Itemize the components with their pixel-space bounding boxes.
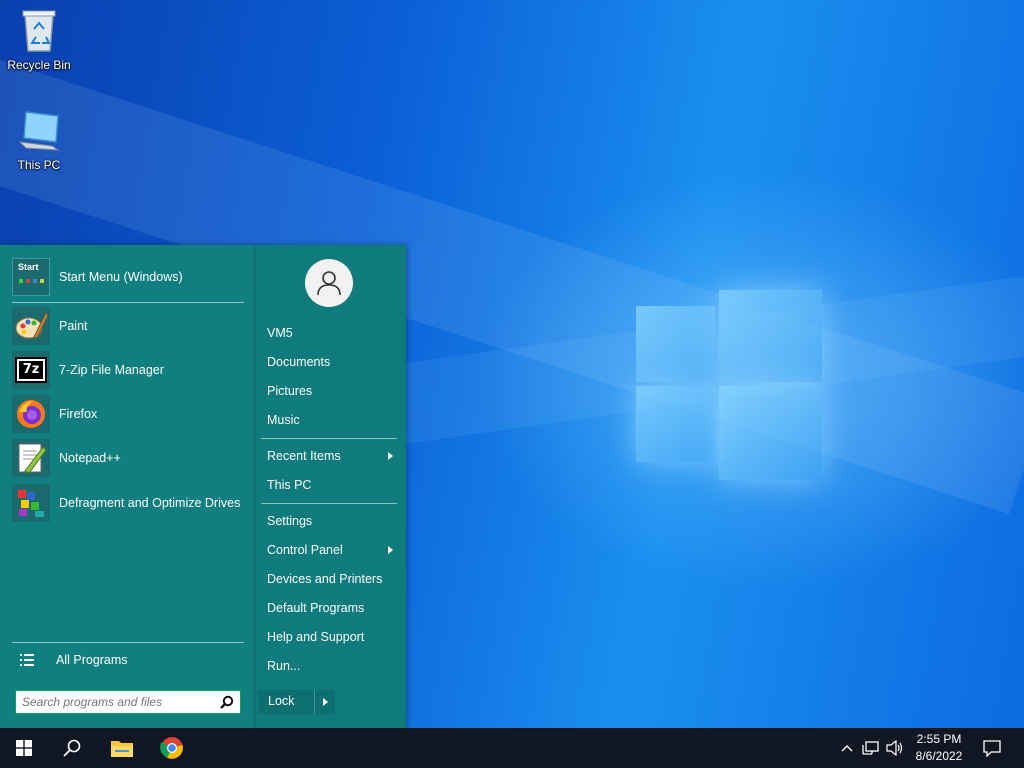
menu-separator <box>12 642 244 643</box>
menu-separator <box>12 302 244 303</box>
program-label: Paint <box>59 319 88 333</box>
start-menu-links-column: VM5 Documents Pictures Music Recent Item… <box>254 245 406 728</box>
chrome-icon <box>160 737 183 759</box>
taskbar-file-explorer[interactable] <box>98 728 146 768</box>
link-settings[interactable]: Settings <box>267 510 397 532</box>
all-programs-button[interactable]: All Programs <box>12 645 244 675</box>
speaker-icon <box>886 740 903 756</box>
link-pictures[interactable]: Pictures <box>267 380 397 402</box>
lock-button[interactable]: Lock <box>268 694 294 708</box>
search-icon <box>63 739 81 757</box>
file-explorer-icon <box>111 741 133 757</box>
link-help-support[interactable]: Help and Support <box>267 626 397 648</box>
menu-separator <box>261 438 397 439</box>
desktop-icon-label: Recycle Bin <box>7 58 71 72</box>
defrag-icon <box>12 484 50 522</box>
notepad-plus-plus-icon <box>12 439 50 477</box>
start-button[interactable] <box>0 728 48 768</box>
all-programs-label: All Programs <box>56 653 128 667</box>
program-label: Firefox <box>59 407 98 421</box>
notification-icon <box>983 740 1001 757</box>
program-label: Defragment and Optimize Drives <box>59 495 241 510</box>
firefox-icon <box>12 395 50 433</box>
link-music[interactable]: Music <box>267 409 397 431</box>
windows-start-icon <box>16 740 32 756</box>
desktop-icon-recycle-bin[interactable]: Recycle Bin <box>0 6 78 72</box>
paint-icon <box>12 307 50 345</box>
link-user[interactable]: VM5 <box>267 322 397 344</box>
clock-time: 2:55 PM <box>916 732 962 746</box>
volume-tray-button[interactable] <box>884 728 906 768</box>
windows-logo-wallpaper <box>636 290 822 480</box>
link-run[interactable]: Run... <box>267 655 397 677</box>
search-input[interactable] <box>16 691 212 713</box>
show-hidden-icons-button[interactable] <box>838 728 856 768</box>
desktop-icon-this-pc[interactable]: This PC <box>0 106 78 172</box>
program-7zip[interactable]: 7z 7-Zip File Manager <box>12 350 244 390</box>
chevron-right-icon <box>388 546 393 554</box>
link-this-pc[interactable]: This PC <box>267 474 397 496</box>
program-paint[interactable]: Paint <box>12 306 244 346</box>
action-center-button[interactable] <box>976 728 1008 768</box>
program-label: 7-Zip File Manager <box>59 363 164 377</box>
chevron-up-icon <box>841 745 853 752</box>
search-taskbar-button[interactable] <box>48 728 96 768</box>
start-menu: Start Start Menu (Windows) Paint 7z 7-Zi… <box>0 245 406 728</box>
network-tray-button[interactable] <box>860 728 882 768</box>
program-label: Notepad++ <box>59 451 121 465</box>
program-notepad-plus-plus[interactable]: Notepad++ <box>12 438 244 478</box>
program-start-menu-windows[interactable]: Start Start Menu (Windows) <box>12 257 244 297</box>
user-icon <box>317 271 341 296</box>
list-icon <box>12 645 48 675</box>
taskbar-chrome[interactable] <box>148 728 196 768</box>
clock-date: 8/6/2022 <box>915 749 963 763</box>
network-icon <box>862 741 879 755</box>
search-box[interactable] <box>15 690 241 714</box>
start-tile-text: Start <box>18 262 39 272</box>
link-recent-items[interactable]: Recent Items <box>267 445 397 467</box>
recycle-bin-icon <box>15 6 63 54</box>
link-label: Recent Items <box>267 449 341 463</box>
user-avatar[interactable] <box>305 259 353 307</box>
search-icon[interactable] <box>220 695 234 714</box>
link-devices-printers[interactable]: Devices and Printers <box>267 568 397 590</box>
computer-icon <box>15 106 63 154</box>
chevron-right-icon <box>323 698 328 706</box>
link-control-panel[interactable]: Control Panel <box>267 539 397 561</box>
lock-options-button[interactable] <box>314 690 336 714</box>
link-default-programs[interactable]: Default Programs <box>267 597 397 619</box>
menu-separator <box>261 503 397 504</box>
start-menu-icon: Start <box>12 258 50 296</box>
7zip-icon: 7z <box>12 351 50 389</box>
clock[interactable]: 2:55 PM 8/6/2022 <box>908 728 970 768</box>
lock-button-group: Lock <box>258 690 335 714</box>
desktop-icon-label: This PC <box>17 158 61 172</box>
program-firefox[interactable]: Firefox <box>12 394 244 434</box>
link-label: Control Panel <box>267 543 343 557</box>
chevron-right-icon <box>388 452 393 460</box>
start-menu-programs-column: Start Start Menu (Windows) Paint 7z 7-Zi… <box>0 245 254 728</box>
taskbar: 2:55 PM 8/6/2022 <box>0 728 1024 768</box>
link-documents[interactable]: Documents <box>267 351 397 373</box>
program-defragment[interactable]: Defragment and Optimize Drives <box>12 482 244 524</box>
program-label: Start Menu (Windows) <box>59 270 183 284</box>
